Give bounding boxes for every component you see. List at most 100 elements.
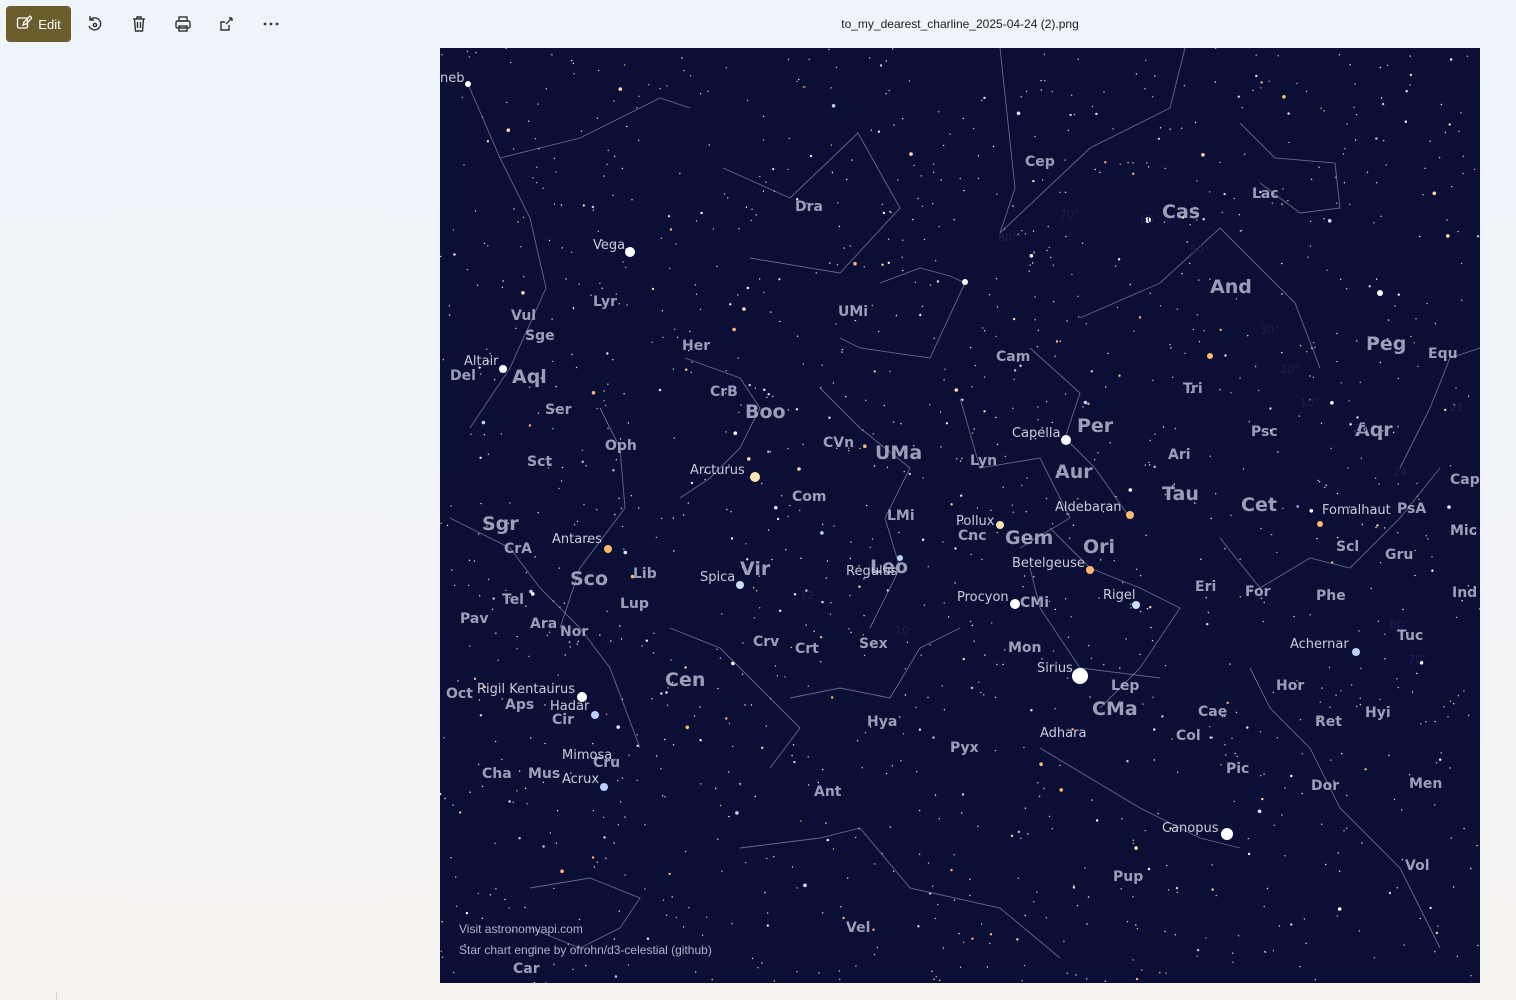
field-star (620, 801, 622, 803)
field-star (585, 465, 587, 467)
field-star (932, 202, 934, 205)
field-star (1307, 256, 1309, 258)
field-star (897, 179, 899, 181)
field-star (531, 592, 535, 596)
field-star (1041, 658, 1043, 660)
star-label: Sirius (1037, 661, 1073, 676)
field-star (1463, 690, 1465, 692)
field-star (1045, 917, 1048, 919)
field-star (1449, 58, 1453, 61)
field-star (1033, 576, 1035, 578)
field-star (508, 800, 511, 803)
field-star (508, 907, 510, 909)
grid-label: 60° (1390, 618, 1410, 631)
field-star (660, 768, 662, 770)
field-star (1144, 464, 1146, 466)
field-star (534, 556, 536, 558)
field-star (515, 327, 517, 330)
field-star (745, 206, 748, 208)
more-options-button[interactable] (259, 12, 283, 36)
field-star (716, 648, 718, 650)
field-star (831, 171, 834, 174)
field-star (796, 80, 798, 83)
field-star (1122, 581, 1124, 584)
field-star (1170, 347, 1172, 349)
image-canvas[interactable]: Dra Cep Cas Lac UMi And Lyr Vul Sge Her Cam Peg Equ D… (440, 48, 1480, 983)
share-button[interactable] (215, 12, 239, 36)
field-star (815, 272, 817, 274)
field-star (1154, 433, 1156, 435)
field-star (741, 673, 744, 675)
field-star (1385, 164, 1387, 166)
field-star (476, 284, 479, 286)
field-star (707, 90, 709, 93)
field-star (1410, 335, 1412, 338)
field-star (789, 504, 791, 507)
field-star (1373, 222, 1375, 224)
field-star (712, 228, 715, 230)
field-star (572, 62, 574, 65)
field-star (1196, 955, 1198, 957)
field-star (1260, 775, 1262, 777)
field-star (719, 657, 722, 659)
field-star (742, 642, 744, 644)
field-star (1354, 83, 1356, 85)
constellation-label: Tel (502, 592, 524, 608)
delete-button[interactable] (127, 12, 151, 36)
bright-star (750, 472, 760, 482)
field-star (802, 443, 804, 446)
field-star (759, 607, 761, 609)
field-star (995, 335, 997, 338)
field-star (1067, 129, 1069, 132)
field-star (900, 760, 902, 762)
field-star (1397, 483, 1399, 485)
field-star (861, 767, 863, 769)
field-star (572, 308, 575, 310)
field-star (1077, 295, 1079, 297)
field-star (730, 537, 734, 540)
field-star (659, 389, 662, 391)
field-star (1236, 755, 1238, 758)
field-star (1396, 678, 1398, 680)
field-star (1323, 110, 1325, 112)
field-star (616, 725, 620, 729)
field-star (1038, 795, 1041, 797)
constellation-label: Dra (795, 199, 823, 215)
field-star (832, 848, 835, 850)
edit-button[interactable]: Edit (6, 6, 71, 42)
field-star (1073, 113, 1076, 116)
field-star (1174, 427, 1176, 430)
field-star (668, 872, 671, 876)
print-button[interactable] (171, 12, 195, 36)
field-star (787, 168, 789, 171)
field-star (805, 624, 807, 626)
field-star (767, 393, 770, 396)
field-star (1276, 551, 1278, 554)
field-star (972, 127, 975, 130)
field-star (885, 60, 887, 62)
field-star (1455, 616, 1458, 619)
field-star (1414, 549, 1416, 552)
field-star (773, 856, 775, 858)
field-star (502, 280, 504, 282)
field-star (770, 311, 772, 313)
field-star (1209, 455, 1211, 457)
field-star (767, 912, 769, 914)
rotate-button[interactable] (83, 12, 107, 36)
field-star (1220, 764, 1222, 766)
field-star (612, 194, 614, 197)
field-star (807, 756, 809, 758)
field-star (479, 714, 483, 717)
field-star (466, 268, 469, 271)
field-star (1309, 245, 1312, 247)
constellation-label: Aur (1055, 461, 1093, 483)
field-star (1012, 407, 1014, 409)
field-star (602, 816, 605, 818)
field-star (918, 728, 922, 731)
field-star (469, 791, 471, 793)
field-star (1161, 715, 1164, 718)
field-star (679, 172, 681, 175)
field-star (1446, 219, 1448, 221)
constellation-line (529, 877, 641, 949)
field-star (1257, 809, 1262, 814)
